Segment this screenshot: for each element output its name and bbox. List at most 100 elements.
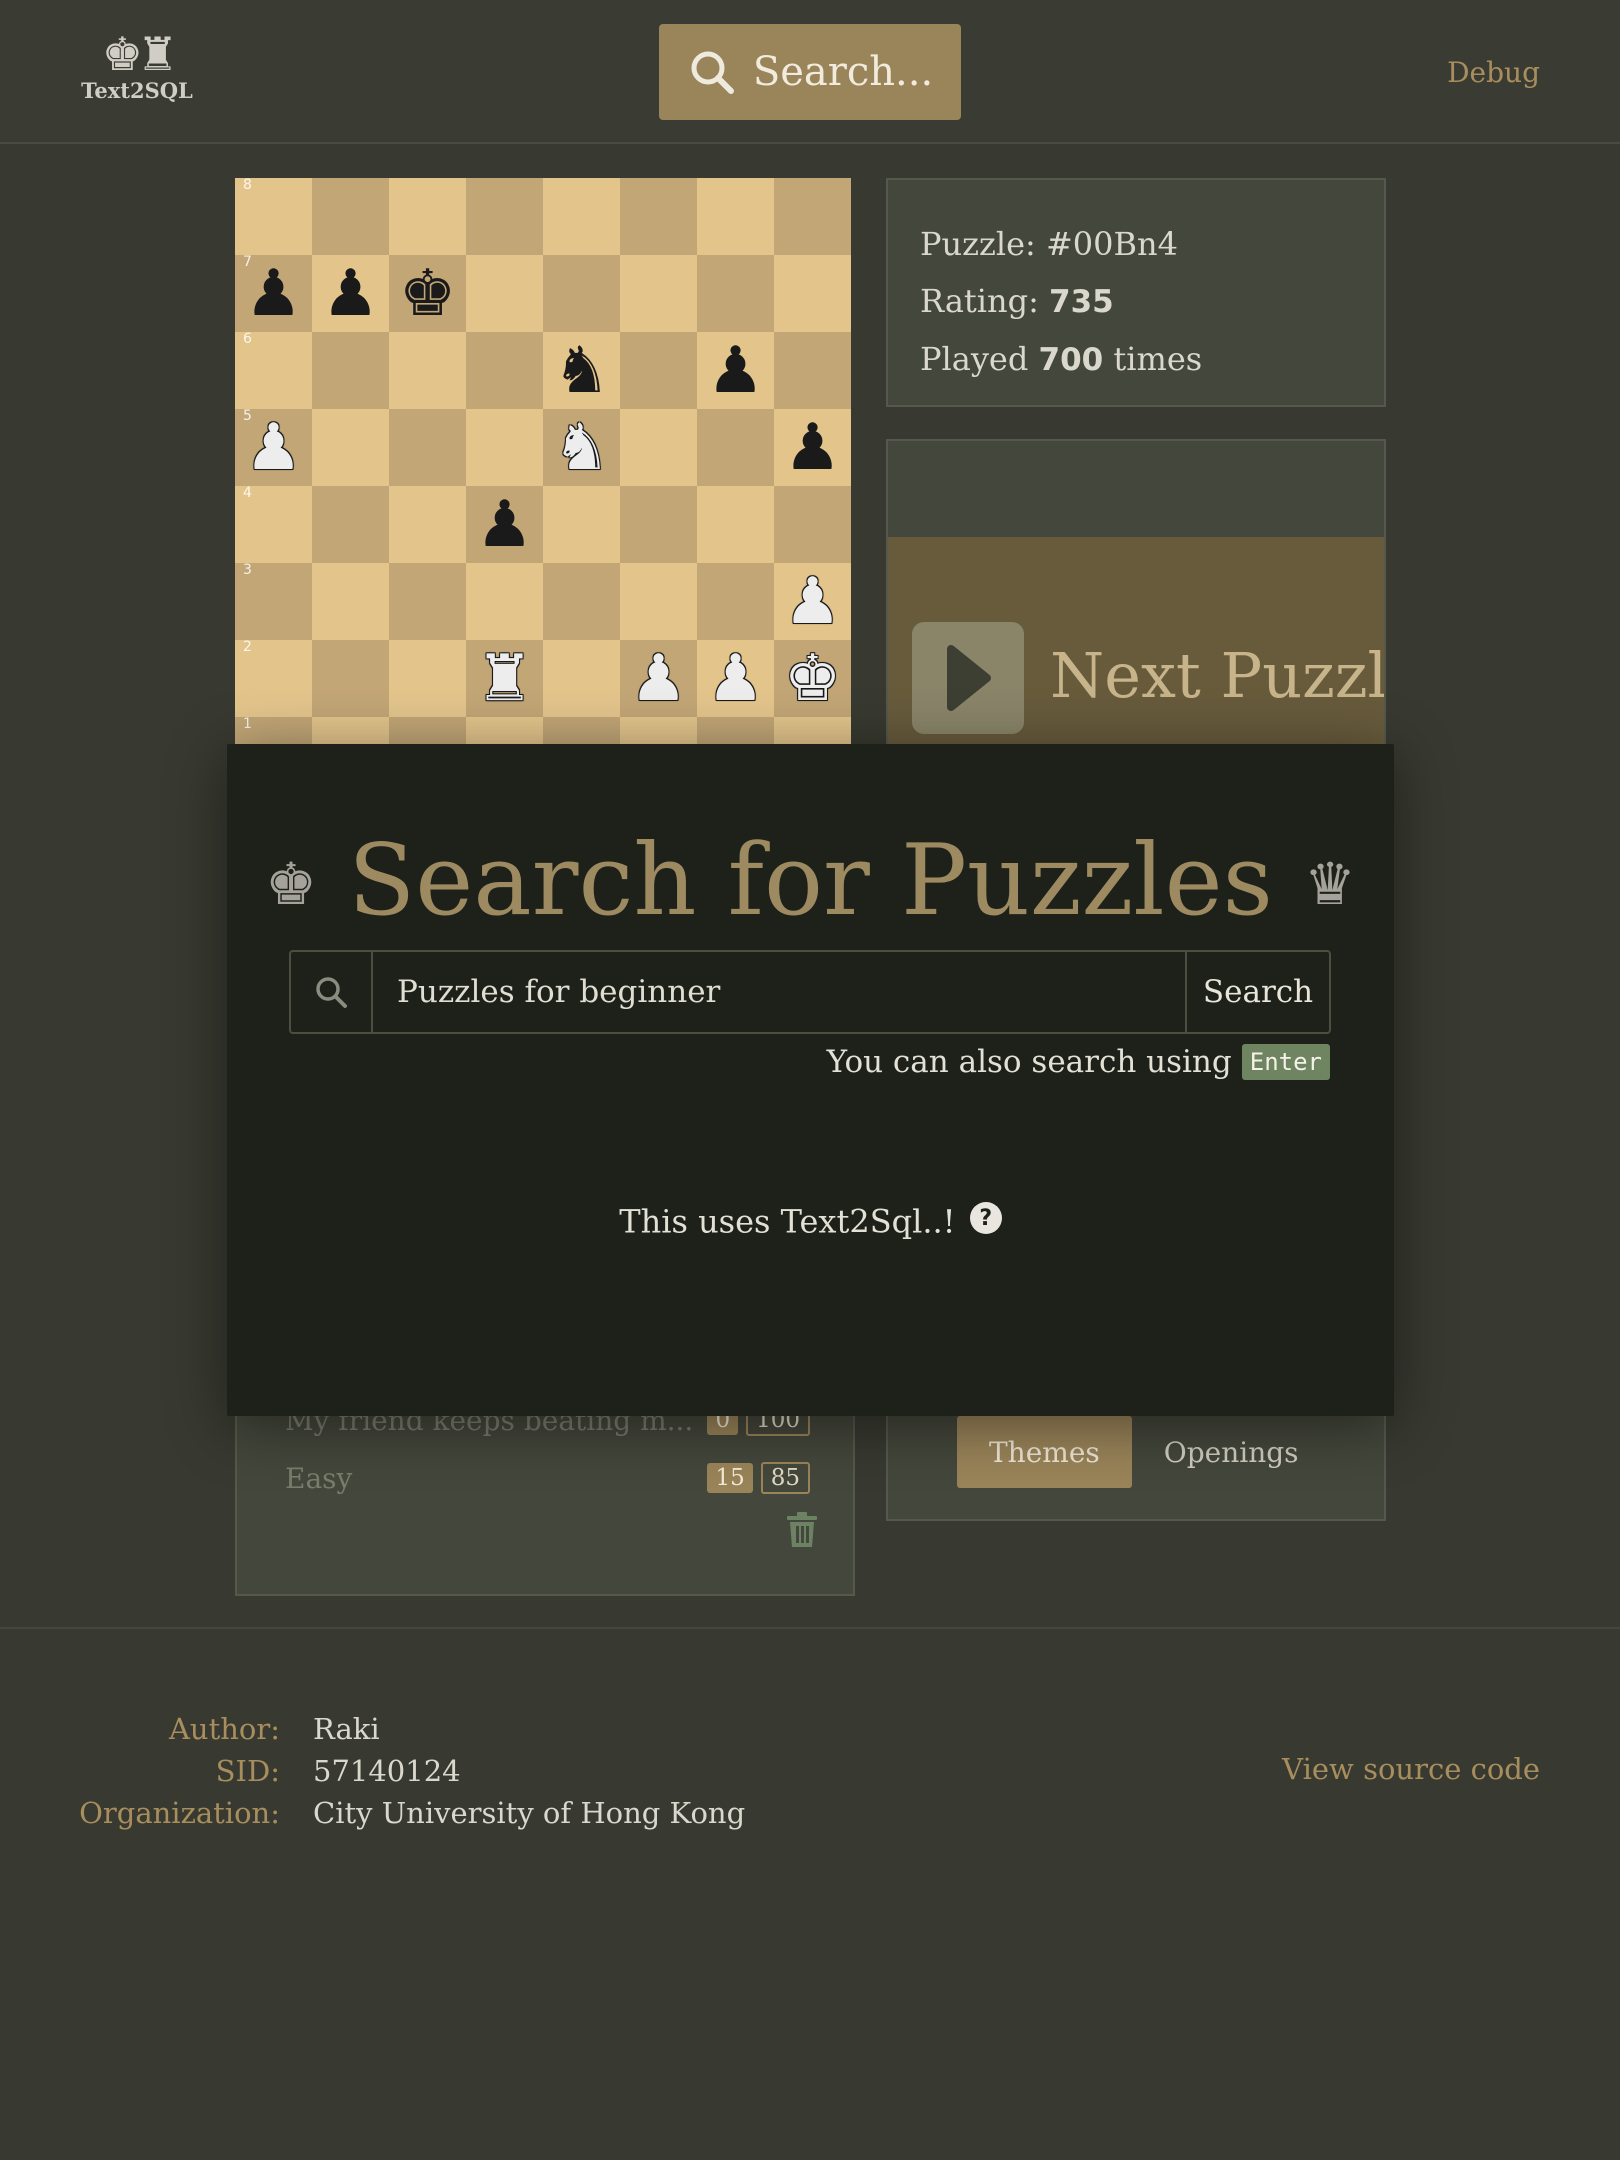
- board-square[interactable]: 3: [235, 563, 312, 640]
- board-square[interactable]: 5 ♟: [235, 409, 312, 486]
- board-square[interactable]: [697, 255, 774, 332]
- board-square[interactable]: [466, 563, 543, 640]
- board-square[interactable]: [543, 178, 620, 255]
- board-square[interactable]: 4: [235, 486, 312, 563]
- queen-icon: ♛: [1304, 850, 1357, 918]
- board-square[interactable]: ♞: [543, 332, 620, 409]
- open-search-button[interactable]: Search...: [659, 24, 961, 120]
- board-square[interactable]: [697, 563, 774, 640]
- chess-board[interactable]: 8 7 ♟ ♟ ♚ 6 ♞ ♟ 5 ♟ ♞ ♟ 4 ♟ 3 ♟ 2 ♜ ♟ ♟ ♚ 1: [235, 178, 851, 744]
- tab-themes[interactable]: Themes: [957, 1416, 1132, 1488]
- black-pawn-icon[interactable]: ♟: [322, 262, 379, 326]
- board-square[interactable]: [774, 717, 851, 744]
- board-square[interactable]: [312, 717, 389, 744]
- board-square[interactable]: [312, 640, 389, 717]
- board-square[interactable]: ♟: [466, 486, 543, 563]
- board-square[interactable]: [774, 486, 851, 563]
- white-knight-icon[interactable]: ♞: [553, 416, 610, 480]
- board-square[interactable]: ♟: [312, 255, 389, 332]
- tab-openings[interactable]: Openings: [1132, 1416, 1331, 1488]
- white-pawn-icon[interactable]: ♟: [707, 647, 764, 711]
- board-square[interactable]: ♟: [697, 332, 774, 409]
- board-square[interactable]: ♟: [774, 409, 851, 486]
- board-square[interactable]: [466, 717, 543, 744]
- trash-icon[interactable]: [785, 1512, 819, 1548]
- board-square[interactable]: [620, 486, 697, 563]
- board-square[interactable]: ♜: [466, 640, 543, 717]
- white-king-icon[interactable]: ♚: [784, 647, 841, 711]
- board-square[interactable]: [466, 178, 543, 255]
- board-square[interactable]: 1: [235, 717, 312, 744]
- board-square[interactable]: ♞: [543, 409, 620, 486]
- board-square[interactable]: [466, 332, 543, 409]
- next-puzzle-button[interactable]: Next Puzzle: [888, 537, 1384, 747]
- board-square[interactable]: [543, 563, 620, 640]
- black-king-icon[interactable]: ♚: [399, 262, 456, 326]
- board-square[interactable]: [620, 717, 697, 744]
- black-pawn-icon[interactable]: ♟: [476, 493, 533, 557]
- board-square[interactable]: [543, 255, 620, 332]
- black-knight-icon[interactable]: ♞: [553, 339, 610, 403]
- white-pawn-icon[interactable]: ♟: [245, 416, 302, 480]
- board-square[interactable]: [312, 563, 389, 640]
- board-square[interactable]: [466, 409, 543, 486]
- sid-label: SID:: [215, 1754, 280, 1788]
- board-square[interactable]: 2: [235, 640, 312, 717]
- uses-text: This uses Text2Sql..!: [619, 1202, 956, 1241]
- white-rook-icon[interactable]: ♜: [476, 647, 533, 711]
- organization-label: Organization:: [79, 1796, 280, 1830]
- search-button[interactable]: Search: [1185, 952, 1329, 1032]
- board-square[interactable]: [697, 486, 774, 563]
- black-pawn-icon[interactable]: ♟: [784, 416, 841, 480]
- board-square[interactable]: ♚: [774, 640, 851, 717]
- board-square[interactable]: ♟: [697, 640, 774, 717]
- board-square[interactable]: [774, 255, 851, 332]
- black-pawn-icon[interactable]: ♟: [707, 339, 764, 403]
- board-square[interactable]: [312, 486, 389, 563]
- board-square[interactable]: [466, 255, 543, 332]
- board-square[interactable]: ♟: [620, 640, 697, 717]
- play-icon: [912, 622, 1024, 734]
- view-source-link[interactable]: View source code: [1282, 1752, 1540, 1786]
- board-square[interactable]: [620, 409, 697, 486]
- author-label: Author:: [168, 1712, 280, 1746]
- board-square[interactable]: 8: [235, 178, 312, 255]
- board-square[interactable]: [774, 178, 851, 255]
- logo[interactable]: ♚♜ Text2SQL: [80, 28, 194, 103]
- board-square[interactable]: [697, 717, 774, 744]
- board-square[interactable]: [697, 178, 774, 255]
- board-square[interactable]: [389, 563, 466, 640]
- board-square[interactable]: ♚: [389, 255, 466, 332]
- list-item[interactable]: Easy 15 85: [285, 1456, 810, 1500]
- board-square[interactable]: [697, 409, 774, 486]
- played-count: 700: [1038, 342, 1104, 378]
- board-square[interactable]: [620, 563, 697, 640]
- board-square[interactable]: [389, 717, 466, 744]
- search-icon: [691, 51, 734, 94]
- debug-link[interactable]: Debug: [1447, 56, 1540, 89]
- puzzle-id-line: Puzzle: #00Bn4: [920, 216, 1352, 273]
- board-square[interactable]: [543, 486, 620, 563]
- board-square[interactable]: [543, 640, 620, 717]
- board-square[interactable]: [620, 255, 697, 332]
- board-square[interactable]: [312, 178, 389, 255]
- board-square[interactable]: [543, 717, 620, 744]
- board-square[interactable]: ♟: [774, 563, 851, 640]
- board-square[interactable]: [389, 409, 466, 486]
- white-pawn-icon[interactable]: ♟: [784, 570, 841, 634]
- search-input[interactable]: [373, 952, 1185, 1032]
- black-pawn-icon[interactable]: ♟: [245, 262, 302, 326]
- board-square[interactable]: [620, 332, 697, 409]
- board-square[interactable]: [389, 486, 466, 563]
- board-square[interactable]: [312, 409, 389, 486]
- help-icon[interactable]: ?: [969, 1202, 1002, 1234]
- board-square[interactable]: [389, 332, 466, 409]
- board-square[interactable]: 7 ♟: [235, 255, 312, 332]
- board-square[interactable]: [389, 178, 466, 255]
- board-square[interactable]: [620, 178, 697, 255]
- board-square[interactable]: [774, 332, 851, 409]
- white-pawn-icon[interactable]: ♟: [630, 647, 687, 711]
- board-square[interactable]: [389, 640, 466, 717]
- board-square[interactable]: 6: [235, 332, 312, 409]
- board-square[interactable]: [312, 332, 389, 409]
